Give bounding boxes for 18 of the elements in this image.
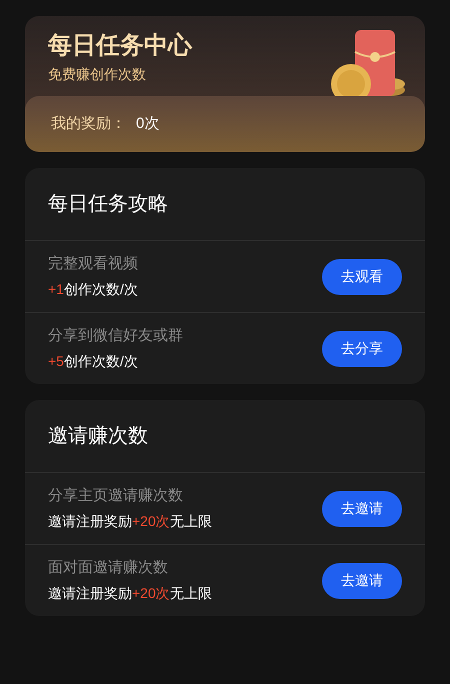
task-reward: 邀请注册奖励+20次无上限 <box>48 512 213 532</box>
page-title: 每日任务中心 <box>48 31 194 61</box>
task-reward: 邀请注册奖励+20次无上限 <box>48 584 213 604</box>
task-name: 分享主页邀请赚次数 <box>48 486 184 506</box>
section-title: 邀请赚次数 <box>48 424 148 449</box>
task-reward: +5创作次数/次 <box>48 352 139 372</box>
task-button[interactable]: 去邀请 <box>322 562 402 598</box>
task-button[interactable]: 去观看 <box>322 258 402 294</box>
task-name: 面对面邀请赚次数 <box>48 558 169 578</box>
reward-value: 0次 <box>136 114 160 134</box>
task-button[interactable]: 去分享 <box>322 330 402 366</box>
reward-label: 我的奖励： <box>51 114 126 134</box>
task-reward: +1创作次数/次 <box>48 280 139 300</box>
task-name: 完整观看视频 <box>48 254 139 274</box>
section-title: 每日任务攻略 <box>48 192 168 217</box>
task-name: 分享到微信好友或群 <box>48 326 184 346</box>
page-subtitle: 免费赚创作次数 <box>48 65 147 84</box>
task-button[interactable]: 去邀请 <box>322 490 402 526</box>
